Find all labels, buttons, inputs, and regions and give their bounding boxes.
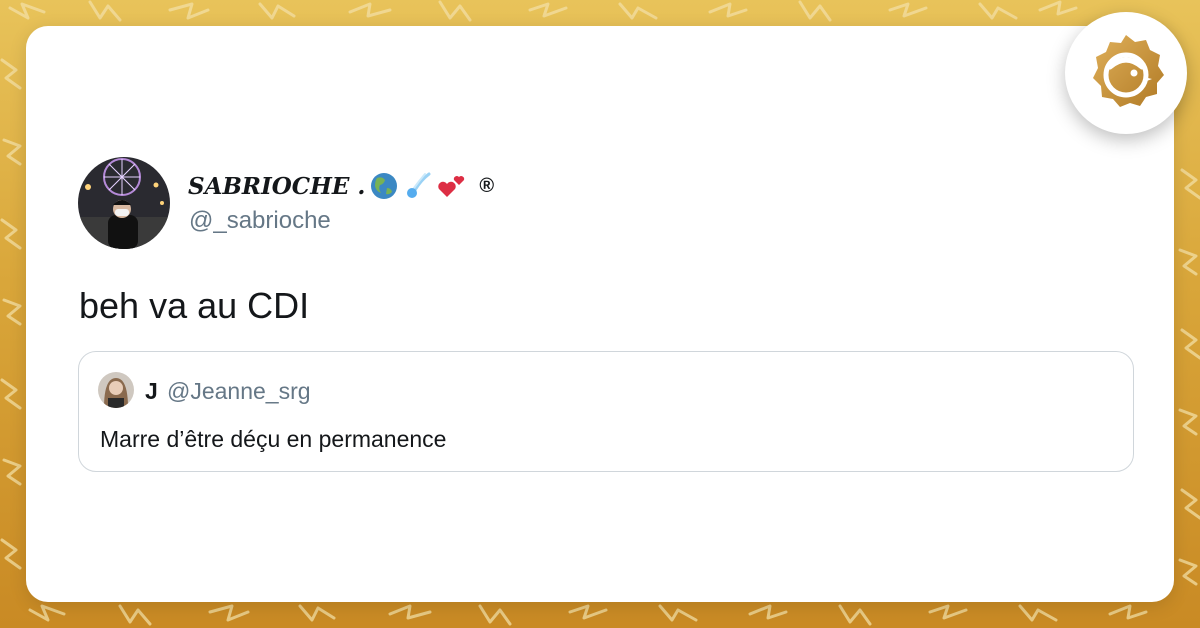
- brand-badge[interactable]: [1065, 12, 1187, 134]
- globe-americas-emoji: [371, 173, 398, 199]
- quoted-tweet[interactable]: J @Jeanne_srg Marre d’être déçu en perma…: [78, 351, 1134, 472]
- display-name-text: SABRIOCHE .: [188, 172, 366, 200]
- author-display-name[interactable]: SABRIOCHE . ®: [188, 170, 494, 202]
- quoted-tweet-text: Marre d’être déçu en permanence: [100, 426, 447, 452]
- quoted-author-avatar[interactable]: [98, 372, 134, 408]
- registered-mark: ®: [479, 174, 495, 197]
- brioche-logo-icon: [1093, 35, 1164, 107]
- comet-emoji: [407, 172, 431, 198]
- author-handle[interactable]: @_sabrioche: [189, 207, 331, 235]
- author-avatar[interactable]: [78, 157, 170, 249]
- quoted-author-handle[interactable]: @Jeanne_srg: [167, 378, 311, 405]
- quoted-author-name[interactable]: J: [145, 378, 158, 405]
- two-hearts-emoji: [438, 176, 465, 197]
- tweet-text: beh va au CDI: [79, 285, 310, 326]
